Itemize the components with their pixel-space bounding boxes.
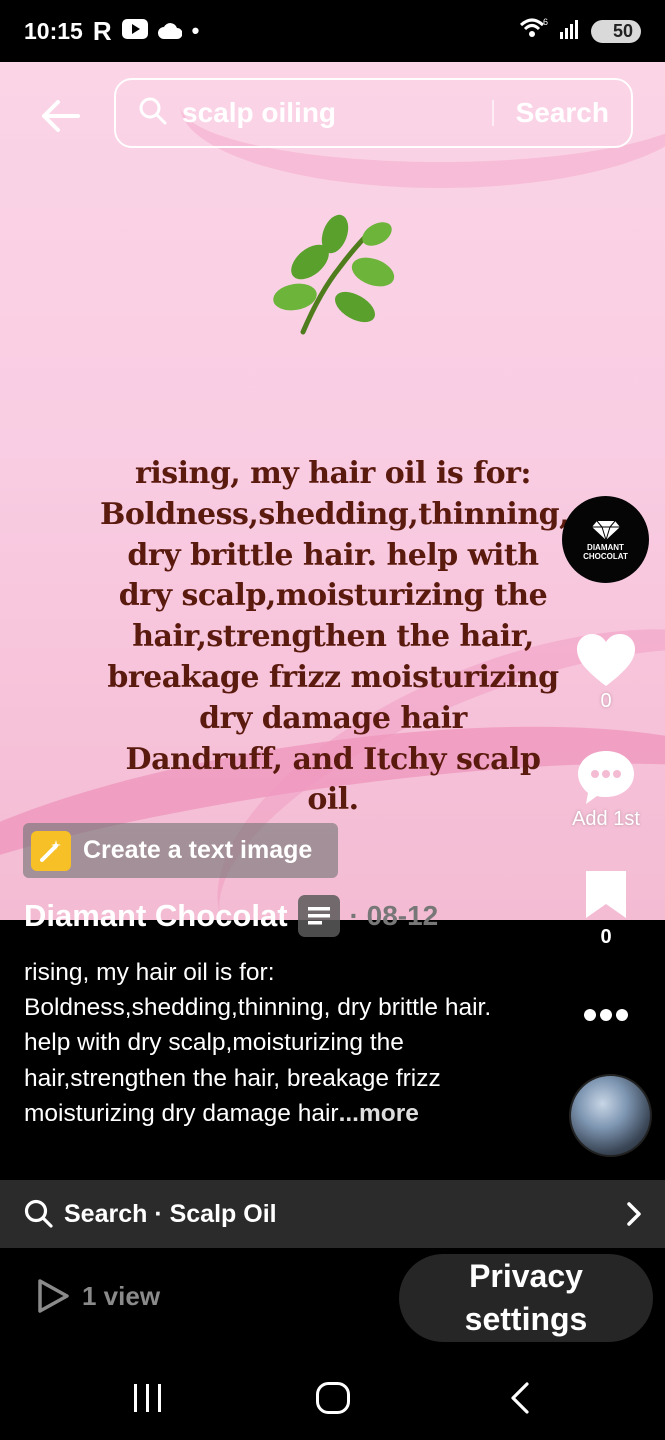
search-input[interactable]: scalp oiling: [182, 97, 492, 129]
home-button[interactable]: [303, 1378, 363, 1418]
back-chevron-icon: [511, 1382, 529, 1414]
home-icon: [316, 1382, 350, 1414]
status-time: 10:15: [24, 17, 83, 44]
back-button[interactable]: [36, 92, 84, 140]
like-button[interactable]: 0: [566, 632, 646, 713]
chevron-right-icon: [627, 1202, 641, 1226]
related-search-bar[interactable]: Search · Scalp Oil: [0, 1180, 665, 1248]
save-button[interactable]: 0: [566, 868, 646, 949]
avatar-logo-text: DIAMANT CHOCOLAT: [583, 542, 628, 561]
back-arrow-icon: [42, 100, 80, 132]
caption-text: rising, my hair oil is for: Boldness,she…: [24, 959, 492, 1127]
r-app-icon: R: [92, 15, 112, 46]
comment-icon: [578, 751, 634, 804]
search-icon: [138, 96, 168, 131]
related-search-label: Search · Scalp Oil: [64, 1199, 277, 1228]
system-back-button[interactable]: [490, 1378, 550, 1418]
bottom-area: 1 view Privacy settings: [0, 1248, 665, 1360]
like-count: 0: [600, 690, 612, 712]
privacy-settings-label: Privacy settings: [464, 1258, 588, 1337]
author-avatar[interactable]: DIAMANT CHOCOLAT: [562, 496, 649, 583]
comment-count: Add 1st: [572, 808, 640, 830]
svg-text:6: 6: [543, 17, 548, 27]
more-options-button[interactable]: [566, 1000, 646, 1030]
post-overlay-text: rising, my hair oil is for: Boldness,she…: [100, 456, 570, 818]
text-post-icon: [297, 895, 340, 937]
youtube-icon: [121, 18, 148, 45]
post-caption[interactable]: rising, my hair oil is for: Boldness,she…: [24, 955, 524, 1131]
status-left: 10:15 R •: [24, 16, 199, 47]
magic-pen-icon: [31, 830, 71, 871]
status-right: 6 50: [519, 17, 641, 46]
search-button[interactable]: Search: [516, 97, 609, 129]
search-icon: [24, 1199, 53, 1228]
wifi-icon: 6: [519, 17, 549, 46]
status-bar: 10:15 R • 6 50: [0, 0, 665, 62]
herb-leaf-emoji: [265, 212, 400, 342]
view-count: 1 view: [82, 1280, 161, 1311]
caption-more-link[interactable]: ...more: [339, 1100, 419, 1127]
heart-icon: [577, 634, 635, 686]
system-nav-bar: [0, 1360, 665, 1440]
create-text-image-button[interactable]: Create a text image: [23, 823, 338, 878]
sound-disc[interactable]: [569, 1074, 652, 1157]
cloud-icon: [157, 18, 183, 45]
search-divider: [491, 100, 494, 126]
create-text-image-label: Create a text image: [83, 836, 313, 864]
signal-icon: [559, 18, 581, 45]
play-icon: [38, 1279, 69, 1313]
comment-button[interactable]: Add 1st: [566, 748, 646, 831]
privacy-settings-button[interactable]: Privacy settings: [399, 1254, 653, 1342]
author-row: Diamant Chocolat · 08-12: [24, 893, 438, 939]
recent-apps-button[interactable]: [118, 1378, 178, 1418]
battery-level: 50: [612, 20, 633, 41]
bookmark-icon: [586, 871, 626, 918]
post-date: · 08-12: [349, 900, 439, 931]
author-name[interactable]: Diamant Chocolat: [24, 898, 288, 934]
save-count: 0: [600, 926, 612, 948]
battery-icon: 50: [591, 19, 641, 43]
diamond-logo-icon: [591, 520, 620, 541]
dot-icon: •: [191, 18, 200, 43]
views-indicator: 1 view: [36, 1278, 160, 1314]
recent-apps-icon: [134, 1384, 161, 1412]
search-box[interactable]: scalp oiling Search: [114, 78, 633, 148]
more-dots-icon: [584, 1009, 628, 1021]
